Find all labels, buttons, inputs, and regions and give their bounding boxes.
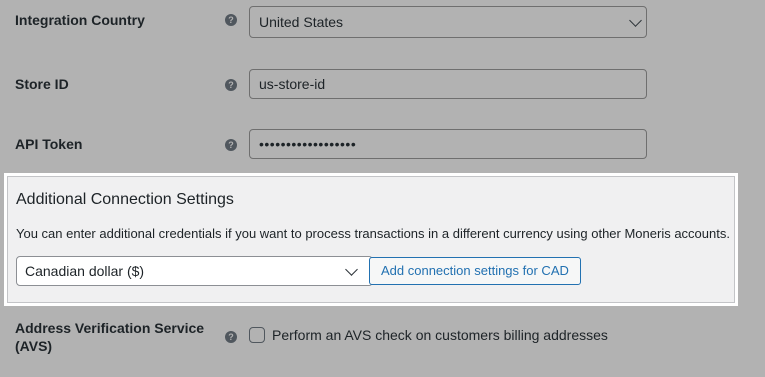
integration-country-select[interactable]: United States [249,6,647,38]
help-icon[interactable]: ? [225,331,237,343]
chevron-down-icon [345,263,358,276]
api-token-input[interactable]: •••••••••••••••••• [249,129,647,159]
store-id-label: Store ID [15,76,69,92]
add-connection-settings-button[interactable]: Add connection settings for CAD [369,257,581,285]
help-icon[interactable]: ? [225,79,237,91]
help-icon[interactable]: ? [225,14,237,26]
additional-connection-settings-panel: Additional Connection Settings You can e… [7,176,735,303]
api-token-value: •••••••••••••••••• [259,136,357,152]
api-token-label: API Token [15,136,83,152]
chevron-down-icon [629,14,642,27]
integration-country-label: Integration Country [15,12,145,28]
avs-label-line2: (AVS) [15,338,53,354]
integration-country-value: United States [259,14,344,30]
currency-select[interactable]: Canadian dollar ($) [16,256,373,286]
currency-value: Canadian dollar ($) [25,263,145,279]
avs-label-line1: Address Verification Service [15,320,205,336]
store-id-input[interactable]: us-store-id [249,69,647,99]
panel-description: You can enter additional credentials if … [16,226,730,241]
store-id-value: us-store-id [259,76,326,92]
avs-label: Address Verification Service (AVS) [15,319,204,355]
help-icon[interactable]: ? [225,139,237,151]
avs-checkbox[interactable] [249,327,265,343]
avs-checkbox-label[interactable]: Perform an AVS check on customers billin… [272,327,608,343]
panel-title: Additional Connection Settings [16,191,234,208]
